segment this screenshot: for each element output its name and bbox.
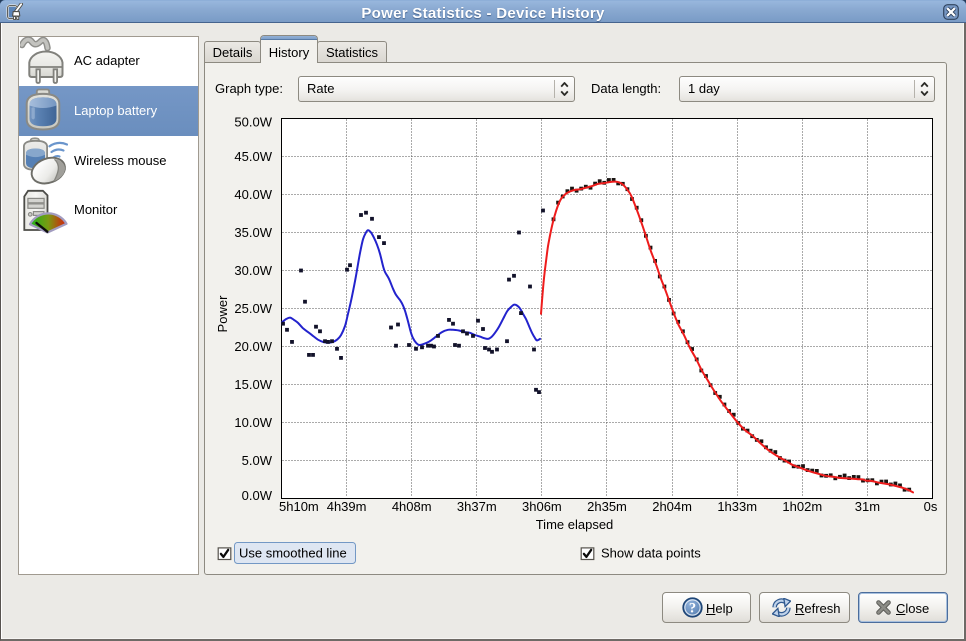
svg-text:25.0W: 25.0W <box>234 301 272 316</box>
svg-text:Use smoothed line: Use smoothed line <box>239 546 347 561</box>
svg-text:5h10m: 5h10m <box>279 499 319 514</box>
svg-text:0.0W: 0.0W <box>242 488 273 503</box>
svg-text:Power: Power <box>215 295 230 333</box>
svg-text:3h06m: 3h06m <box>522 499 562 514</box>
svg-text:1h02m: 1h02m <box>782 499 822 514</box>
svg-text:15.0W: 15.0W <box>234 377 272 392</box>
svg-text:3h37m: 3h37m <box>457 499 497 514</box>
svg-text:?: ? <box>689 601 696 617</box>
svg-text:2h35m: 2h35m <box>587 499 627 514</box>
svg-text:40.0W: 40.0W <box>234 187 272 202</box>
svg-text:35.0W: 35.0W <box>234 225 272 240</box>
svg-text:4h08m: 4h08m <box>392 499 432 514</box>
svg-text:31m: 31m <box>855 499 880 514</box>
svg-text:30.0W: 30.0W <box>234 263 272 278</box>
svg-text:45.0W: 45.0W <box>234 149 272 164</box>
svg-text:0s: 0s <box>924 499 938 514</box>
svg-text:50.0W: 50.0W <box>234 115 272 130</box>
svg-text:20.0W: 20.0W <box>234 339 272 354</box>
svg-text:1h33m: 1h33m <box>717 499 757 514</box>
svg-text:2h04m: 2h04m <box>652 499 692 514</box>
svg-text:5.0W: 5.0W <box>242 453 273 468</box>
svg-text:10.0W: 10.0W <box>234 415 272 430</box>
svg-text:Show data points: Show data points <box>601 546 701 561</box>
svg-text:4h39m: 4h39m <box>327 499 367 514</box>
svg-text:Time elapsed: Time elapsed <box>536 517 614 532</box>
